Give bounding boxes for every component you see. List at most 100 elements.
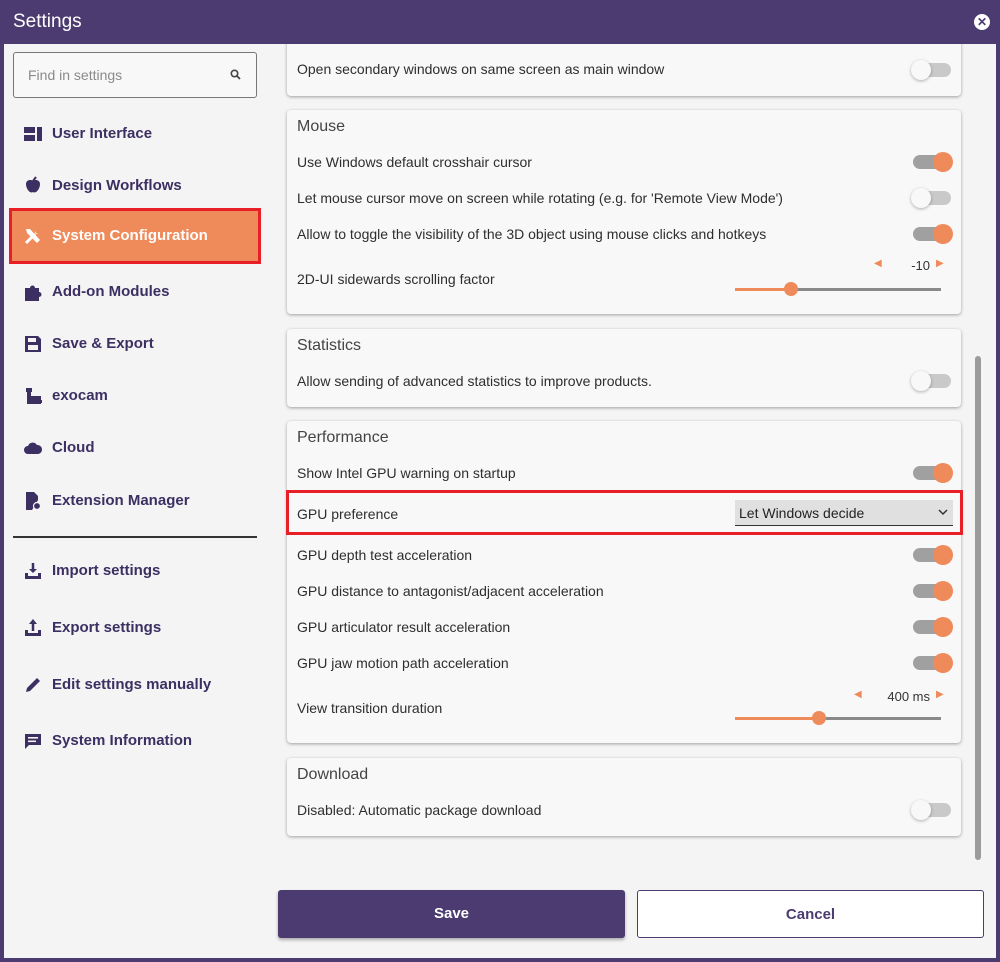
- toggle-gpu-jaw-motion[interactable]: [913, 653, 953, 673]
- toggle-knob: [911, 60, 931, 80]
- toggle-cursor-move-rotating[interactable]: [911, 188, 951, 208]
- toggle-secondary-windows[interactable]: [911, 60, 951, 80]
- toggle-3d-visibility[interactable]: [913, 224, 953, 244]
- sidebar-item-label: exocam: [52, 387, 108, 404]
- search-placeholder: Find in settings: [28, 67, 123, 83]
- sidebar-item-label: System Information: [52, 732, 193, 749]
- extension-manager-icon: [26, 492, 42, 511]
- settings-scroll-area[interactable]: Open secondary windows on same screen as…: [267, 44, 996, 874]
- toggle-knob: [933, 224, 953, 244]
- sidebar-item-design-workflows[interactable]: Design Workflows: [11, 160, 259, 212]
- stepper-value: 400 ms: [887, 689, 930, 704]
- sidebar-item-label: Import settings: [52, 562, 161, 579]
- toggle-knob: [933, 463, 953, 483]
- sidebar-item-label: System Configuration: [52, 227, 208, 244]
- transition-duration-slider[interactable]: [735, 711, 941, 725]
- sidebar-item-save-export[interactable]: Save & Export: [11, 318, 259, 370]
- slider-fill: [735, 717, 820, 720]
- toggle-knob: [933, 152, 953, 172]
- sidebar-item-extension-manager[interactable]: Extension Manager: [11, 475, 259, 527]
- toggle-advanced-statistics[interactable]: [911, 371, 951, 391]
- cancel-button[interactable]: Cancel: [637, 890, 984, 938]
- sidebar-item-add-on-modules[interactable]: Add-on Modules: [11, 266, 259, 318]
- toggle-knob: [933, 653, 953, 673]
- toggle-knob: [933, 617, 953, 637]
- setting-label: GPU jaw motion path acceleration: [297, 655, 509, 671]
- setting-label: GPU distance to antagonist/adjacent acce…: [297, 583, 604, 599]
- toggle-gpu-depth-test[interactable]: [913, 545, 953, 565]
- sidebar-item-label: Design Workflows: [52, 177, 182, 194]
- sidebar-item-export-settings[interactable]: Export settings: [11, 602, 259, 654]
- floppy-icon: [25, 336, 41, 352]
- setting-label: Open secondary windows on same screen as…: [297, 61, 665, 77]
- toggle-knob: [933, 581, 953, 601]
- toggle-automatic-download[interactable]: [911, 800, 951, 820]
- toggle-knob: [933, 545, 953, 565]
- save-button[interactable]: Save: [278, 890, 625, 938]
- setting-label: GPU articulator result acceleration: [297, 619, 511, 635]
- section-title: Download: [297, 766, 369, 783]
- footer: Save Cancel: [267, 874, 996, 958]
- card-download: Download Disabled: Automatic package dow…: [287, 758, 961, 836]
- exocam-icon: [26, 388, 42, 404]
- search-input[interactable]: Find in settings: [13, 52, 257, 98]
- sidebar-item-edit-settings-manually[interactable]: Edit settings manually: [11, 659, 259, 711]
- import-icon: [25, 563, 41, 579]
- select-value: Let Windows decide: [739, 505, 865, 521]
- user-interface-icon: [24, 127, 42, 141]
- setting-label: Let mouse cursor move on screen while ro…: [297, 190, 783, 206]
- search-icon: [230, 69, 241, 80]
- stepper-increment-icon[interactable]: ▶: [936, 689, 944, 700]
- toggle-gpu-articulator[interactable]: [913, 617, 953, 637]
- export-icon: [25, 619, 41, 636]
- gpu-preference-select[interactable]: Let Windows decide: [735, 500, 953, 526]
- toggle-knob: [911, 188, 931, 208]
- toggle-crosshair-cursor[interactable]: [913, 152, 953, 172]
- gpu-preference-row: GPU preference Let Windows decide: [286, 490, 963, 535]
- scrollbar[interactable]: [975, 356, 981, 860]
- setting-label: 2D-UI sidewards scrolling factor: [297, 271, 495, 287]
- setting-label: Disabled: Automatic package download: [297, 802, 542, 818]
- slider-thumb[interactable]: [783, 282, 798, 296]
- card-performance: Performance Show Intel GPU warning on st…: [287, 421, 961, 743]
- sidebar-divider: [13, 536, 257, 538]
- settings-window: Settings ✕ Find in settings User Interfa…: [0, 0, 1000, 962]
- card-statistics: Statistics Allow sending of advanced sta…: [287, 329, 961, 407]
- cloud-icon: [24, 442, 43, 454]
- sidebar-item-exocam[interactable]: exocam: [11, 370, 259, 422]
- sidebar-item-cloud[interactable]: Cloud: [11, 422, 259, 474]
- scroll-factor-stepper[interactable]: ◀ -10 ▶: [870, 256, 950, 276]
- transition-duration-stepper[interactable]: ◀ 400 ms ▶: [850, 687, 950, 707]
- setting-label: GPU preference: [297, 506, 399, 522]
- close-icon[interactable]: ✕: [974, 14, 990, 30]
- sidebar-item-label: Cloud: [52, 439, 95, 456]
- sidebar-item-label: Save & Export: [52, 335, 154, 352]
- sidebar-item-import-settings[interactable]: Import settings: [11, 545, 259, 597]
- sidebar-item-label: Edit settings manually: [52, 676, 212, 693]
- chevron-down-icon: [938, 509, 948, 516]
- setting-label: Use Windows default crosshair cursor: [297, 154, 532, 170]
- stepper-increment-icon[interactable]: ▶: [936, 258, 944, 269]
- section-title: Mouse: [297, 118, 346, 135]
- stepper-decrement-icon[interactable]: ◀: [874, 258, 882, 269]
- sidebar-item-user-interface[interactable]: User Interface: [11, 108, 259, 160]
- stepper-decrement-icon[interactable]: ◀: [854, 689, 862, 700]
- slider-thumb[interactable]: [812, 711, 827, 725]
- scroll-factor-slider[interactable]: [735, 282, 941, 296]
- setting-label: Allow to toggle the visibility of the 3D…: [297, 226, 767, 242]
- stepper-value: -10: [911, 258, 930, 273]
- sidebar-item-label: Add-on Modules: [52, 283, 170, 300]
- toggle-intel-gpu-warning[interactable]: [913, 463, 953, 483]
- sidebar-item-system-information[interactable]: System Information: [11, 715, 259, 767]
- card-mouse: Mouse Use Windows default crosshair curs…: [287, 110, 961, 314]
- toggle-gpu-distance[interactable]: [913, 581, 953, 601]
- tools-icon: [24, 229, 40, 245]
- design-workflows-icon: [26, 176, 40, 193]
- section-title: Performance: [297, 429, 389, 446]
- setting-label: GPU depth test acceleration: [297, 547, 473, 563]
- section-title: Statistics: [297, 337, 362, 354]
- card-general: Open secondary windows on same screen as…: [287, 44, 961, 96]
- sidebar-item-system-configuration[interactable]: System Configuration: [9, 208, 261, 264]
- sidebar-item-label: Extension Manager: [52, 492, 190, 509]
- sidebar-item-label: Export settings: [52, 619, 162, 636]
